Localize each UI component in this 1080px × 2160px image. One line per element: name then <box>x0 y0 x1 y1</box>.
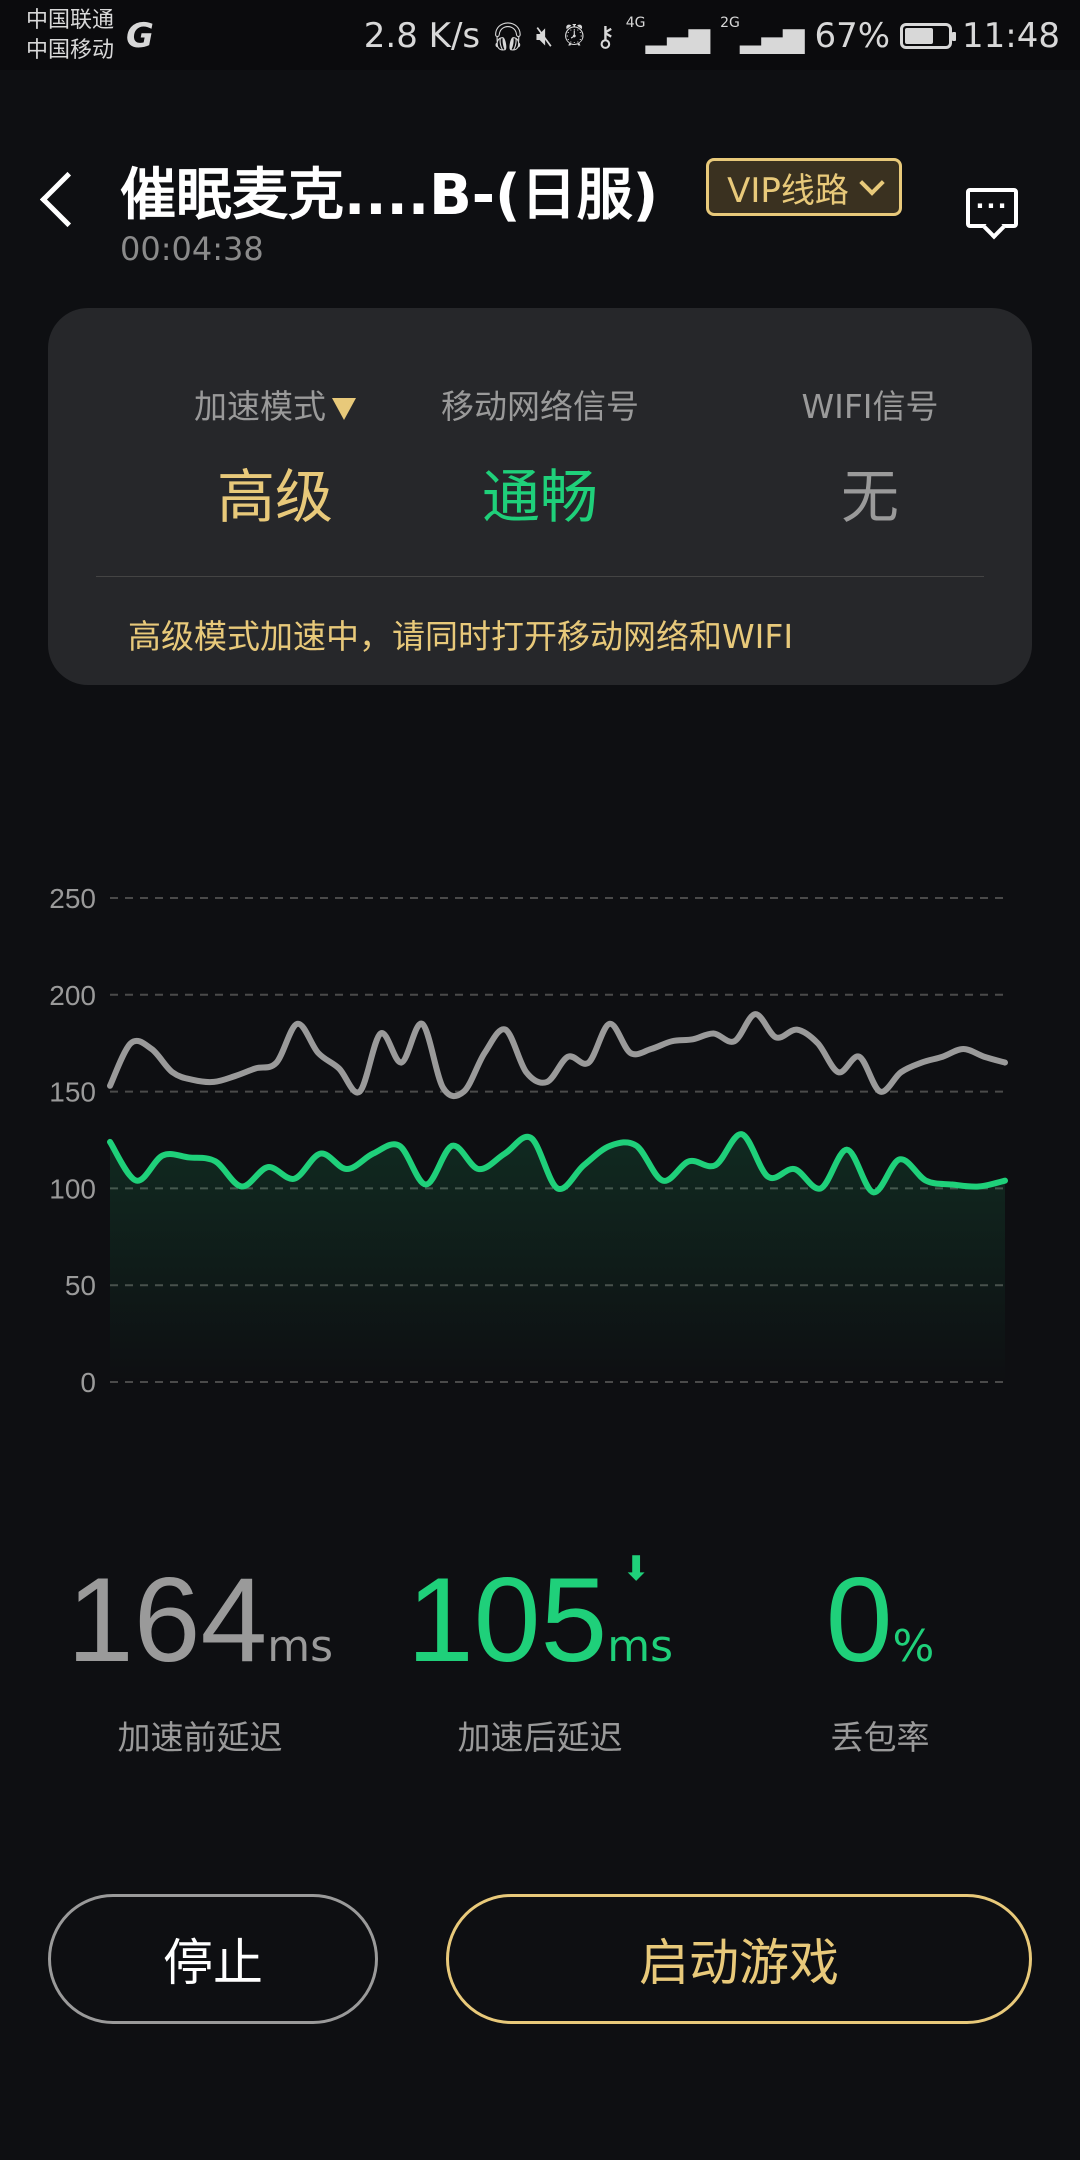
wifi-signal: WIFI信号 无 <box>720 380 1020 534</box>
after-latency-value: 105 <box>406 1553 608 1687</box>
after-latency-unit: ms <box>607 1621 673 1672</box>
latency-chart: 0 50 100 150 200 250 <box>49 883 1008 1398</box>
mobile-signal: 移动网络信号 通畅 <box>390 380 690 534</box>
before-latency-label: 加速前延迟 <box>117 1718 283 1757</box>
signal-icon-1: 4G▂▄▆ <box>625 15 711 54</box>
mobile-label: 移动网络信号 <box>441 387 639 426</box>
stat-loss: 0% 丢包率 <box>740 1555 1020 1759</box>
carrier-2: 中国移动 <box>26 38 115 63</box>
packet-loss-unit: % <box>892 1621 935 1672</box>
stat-after: 105ms ⬇ 加速后延迟 <box>400 1549 680 1759</box>
vip-route-selector[interactable]: VIP线路 <box>706 158 902 216</box>
before-latency-value: 164 <box>66 1553 268 1687</box>
mode-label: 加速模式 <box>194 387 326 426</box>
packet-loss-label: 丢包率 <box>830 1718 930 1757</box>
acceleration-mode[interactable]: 加速模式 高级 <box>125 380 425 534</box>
status-card: 加速模式 高级 移动网络信号 通畅 WIFI信号 无 高级模式加速中，请同时打开… <box>48 308 1032 685</box>
before-latency-unit: ms <box>267 1621 333 1672</box>
battery-percent: 67% <box>814 16 891 56</box>
wifi-label: WIFI信号 <box>801 387 939 426</box>
headphones-icon: 🎧︎ <box>490 19 526 53</box>
vip-route-label: VIP线路 <box>727 170 849 211</box>
status-bar: 中国联通 中国移动 G 2.8 K/s 🎧︎ 🔇︎ ⏰︎ ⚷ 4G▂▄▆ 2G▂… <box>0 0 1080 70</box>
y-tick-label: 250 <box>49 883 96 914</box>
message-icon[interactable]: ··· <box>966 188 1018 228</box>
stop-button[interactable]: 停止 <box>48 1894 378 2024</box>
card-divider <box>96 576 984 577</box>
arrow-down-icon: ⬇ <box>622 1549 651 1589</box>
wifi-value: 无 <box>840 463 899 531</box>
start-game-button[interactable]: 启动游戏 <box>446 1894 1032 2024</box>
mute-icon: 🔇︎ <box>535 19 554 52</box>
carrier-info: 中国联通 中国移动 <box>26 6 114 66</box>
y-tick-label: 200 <box>49 980 96 1011</box>
carrier-1: 中国联通 <box>26 8 115 33</box>
g-network-icon: G <box>126 16 154 56</box>
stat-before: 164ms 加速前延迟 <box>60 1555 340 1759</box>
packet-loss-value: 0 <box>825 1553 893 1687</box>
y-tick-label: 0 <box>80 1367 96 1398</box>
network-speed: 2.8 K/s <box>363 16 481 56</box>
after-latency-line <box>107 1131 1008 1196</box>
before-latency-line <box>107 1011 1008 1100</box>
chevron-down-icon <box>859 170 885 196</box>
clock: 11:48 <box>962 16 1060 56</box>
status-icons: 2.8 K/s 🎧︎ 🔇︎ ⏰︎ ⚷ 4G▂▄▆ 2G▂▄▆ 67% 11:48 <box>364 14 1060 58</box>
y-tick-label: 100 <box>49 1173 96 1204</box>
y-tick-label: 150 <box>49 1077 96 1108</box>
game-title: 催眠麦克....B-(日服) <box>120 163 659 228</box>
mode-dropdown-icon <box>332 397 356 420</box>
vpn-key-icon: ⚷ <box>595 19 616 53</box>
after-latency-area <box>110 1134 1005 1382</box>
mode-value: 高级 <box>216 463 333 531</box>
y-tick-label: 50 <box>65 1270 96 1301</box>
battery-icon <box>900 23 957 49</box>
mode-notice: 高级模式加速中，请同时打开移动网络和WIFI <box>128 617 794 656</box>
session-timer: 00:04:38 <box>120 230 264 268</box>
back-icon[interactable] <box>39 171 96 228</box>
after-latency-label: 加速后延迟 <box>457 1718 623 1757</box>
alarm-icon: ⏰︎ <box>563 19 586 52</box>
mobile-value: 通畅 <box>481 463 598 531</box>
signal-icon-2: 2G▂▄▆ <box>720 15 805 54</box>
